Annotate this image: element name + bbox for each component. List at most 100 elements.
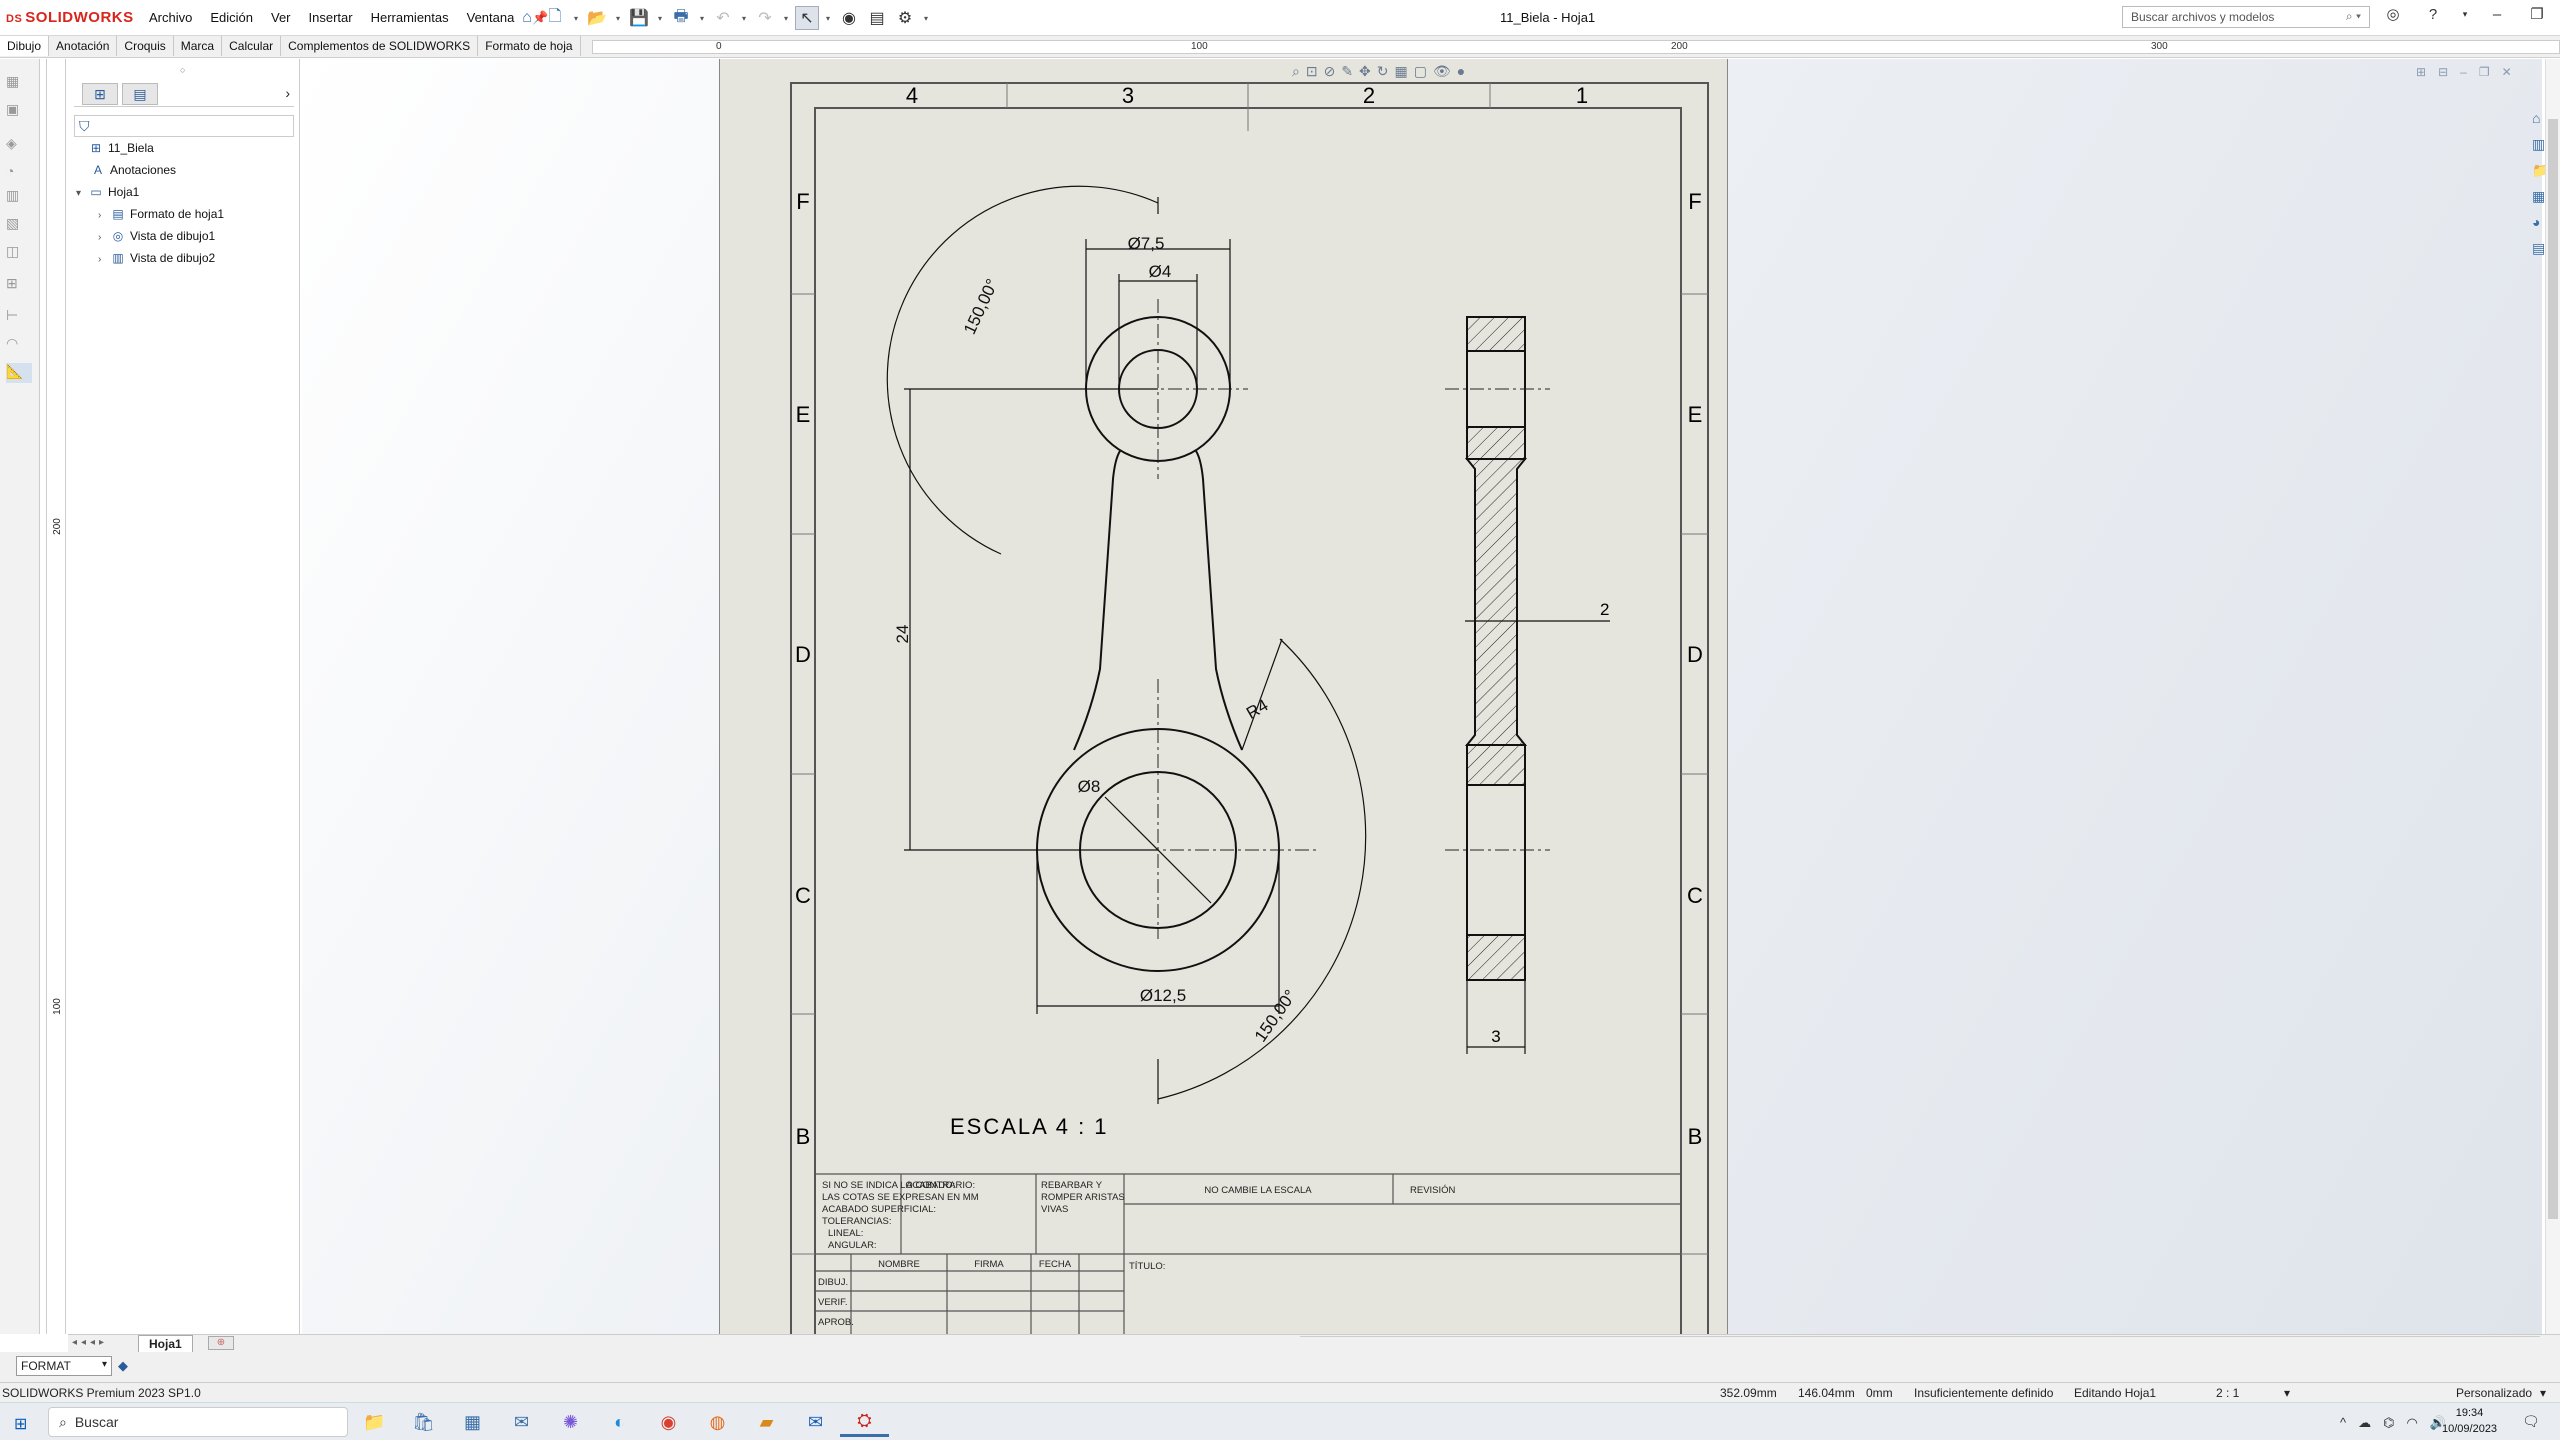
zoom-area-icon[interactable]: ⊡ (1306, 63, 1318, 80)
dim-radius[interactable]: R4 (1243, 696, 1271, 723)
section-view-icon[interactable]: ◈ (6, 135, 32, 155)
wifi-icon[interactable]: ◠ (2406, 1415, 2417, 1431)
dim-bottom-inner-diameter[interactable]: Ø8 (1078, 777, 1101, 796)
print-icon[interactable]: 🖶 (669, 6, 693, 30)
tab-anotacion[interactable]: Anotación (49, 36, 118, 56)
copilot-app-icon[interactable]: ✺ (546, 1407, 595, 1437)
panel-grip-icon[interactable]: ○ (180, 65, 185, 75)
menu-archivo[interactable]: Archivo (140, 10, 201, 26)
search-input[interactable]: Buscar archivos y modelos ⌕ ▾ (2122, 6, 2370, 28)
horizontal-scrollbar[interactable] (1300, 1336, 2540, 1350)
tab-croquis[interactable]: Croquis (117, 36, 174, 56)
restore-icon[interactable]: ❐ (2524, 5, 2550, 23)
windows-start-icon[interactable]: ⊞ (14, 1414, 27, 1434)
select-dropdown-icon[interactable]: ▾ (823, 6, 833, 30)
dim-top-outer-diameter[interactable]: Ø7,5 (1128, 234, 1165, 253)
tab-dibujo[interactable]: Dibujo (0, 36, 50, 56)
drawing-sheet[interactable]: 4 3 2 1 F F E E D D C C B B Ø7,5 Ø4 24 Ø… (719, 59, 1728, 1334)
new-dropdown-icon[interactable]: ▾ (571, 6, 581, 30)
home-icon[interactable]: ⌂ (515, 6, 539, 30)
tab-complementos[interactable]: Complementos de SOLIDWORKS (281, 36, 479, 56)
status-scale[interactable]: 2 : 1 (2216, 1386, 2239, 1400)
help-icon[interactable]: ? (2420, 6, 2446, 23)
smart-dimension-icon[interactable]: ⊢ (6, 307, 32, 327)
viewport-minimize-icon[interactable]: – (2460, 65, 2467, 79)
taskbar-search-input[interactable]: ⌕ Buscar (48, 1407, 348, 1437)
widgets-app-icon[interactable]: ▦ (448, 1407, 497, 1437)
solidworks-logo[interactable]: DS SOLIDWORKS (6, 9, 134, 26)
dim-side-width[interactable]: 3 (1491, 1027, 1500, 1046)
menu-ver[interactable]: Ver (262, 10, 300, 26)
graphics-area[interactable]: 4 3 2 1 F F E E D D C C B B Ø7,5 Ø4 24 Ø… (302, 59, 2542, 1334)
sheet-nav-arrows-icon[interactable]: ◂◂◂▸ (72, 1337, 108, 1348)
break-view-icon[interactable]: ⊞ (6, 275, 32, 295)
dim-top-inner-diameter[interactable]: Ø4 (1149, 262, 1172, 281)
firefox-app-icon[interactable]: ◍ (693, 1407, 742, 1437)
file-explorer-app-icon[interactable]: 📁 (350, 1407, 399, 1437)
arc-icon[interactable]: ◠ (6, 335, 32, 355)
sketch-icon[interactable]: ✎ (1341, 63, 1353, 80)
taskbar-clock[interactable]: 19:34 10/09/2023 (2442, 1405, 2497, 1437)
tab-calcular[interactable]: Calcular (222, 36, 282, 56)
tree-item-sheet-format[interactable]: › ▤ Formato de hoja1 (98, 207, 224, 221)
alternate-position-icon[interactable]: ◫ (6, 243, 32, 263)
options-gear-icon[interactable]: ⚙ (893, 6, 917, 30)
account-icon[interactable]: ◎ (2380, 5, 2406, 23)
save-icon[interactable]: 💾 (627, 6, 651, 30)
sheet-tab-hoja1[interactable]: Hoja1 (138, 1335, 193, 1353)
appearance-icon[interactable]: ● (1457, 63, 1465, 80)
hide-show-icon[interactable]: 👁 (1433, 63, 1451, 80)
rotate-icon[interactable]: ↻ (1377, 63, 1389, 80)
network-icon[interactable]: ⌬ (2383, 1415, 2394, 1431)
display-style-icon[interactable]: ▢ (1414, 63, 1427, 80)
help-dropdown-icon[interactable]: ▾ (2460, 9, 2470, 20)
tree-item-root[interactable]: ⊞ 11_Biela (76, 141, 154, 155)
projected-view-icon[interactable]: ▣ (6, 101, 32, 121)
sublime-app-icon[interactable]: ▰ (742, 1407, 791, 1437)
notifications-icon[interactable]: 🗨 (2522, 1413, 2540, 1430)
expand-icon[interactable]: › (98, 210, 110, 221)
model-view-icon[interactable]: ▦ (6, 73, 32, 93)
minimize-icon[interactable]: – (2484, 6, 2510, 23)
filter-field[interactable]: ⛉ (74, 115, 294, 137)
menu-herramientas[interactable]: Herramientas (362, 10, 458, 26)
tree-item-sheet[interactable]: ▾ ▭ Hoja1 (76, 185, 139, 199)
tree-item-drawing-view2[interactable]: › ▥ Vista de dibujo2 (98, 251, 215, 265)
print-dropdown-icon[interactable]: ▾ (697, 6, 707, 30)
viewport-split-icon[interactable]: ⊟ (2438, 65, 2448, 79)
pan-icon[interactable]: ✥ (1359, 63, 1371, 80)
dim-side-thickness[interactable]: 2 (1600, 600, 1609, 619)
new-document-icon[interactable]: 🗋 (543, 6, 567, 30)
onedrive-icon[interactable]: ☁ (2358, 1415, 2371, 1431)
status-scale-dropdown-icon[interactable]: ▾ (2284, 1386, 2290, 1400)
tree-item-annotations[interactable]: A Anotaciones (90, 163, 176, 177)
menu-insertar[interactable]: Insertar (300, 10, 362, 26)
tab-marca[interactable]: Marca (174, 36, 223, 56)
mail-app-icon[interactable]: ✉ (497, 1407, 546, 1437)
open-icon[interactable]: 📂 (585, 6, 609, 30)
search-icon[interactable]: ⌕ ▾ (2346, 9, 2361, 24)
redo-icon[interactable]: ↷ (753, 6, 777, 30)
undo-icon[interactable]: ↶ (711, 6, 735, 30)
viewport-close-icon[interactable]: ✕ (2502, 65, 2512, 79)
viewport-restore-icon[interactable]: ❐ (2479, 65, 2490, 79)
broken-view-icon[interactable]: ▥ (6, 187, 32, 207)
select-icon[interactable]: ↖ (795, 6, 819, 30)
collapse-icon[interactable]: ▾ (76, 188, 88, 199)
open-dropdown-icon[interactable]: ▾ (613, 6, 623, 30)
store-app-icon[interactable]: 🛍 (399, 1407, 448, 1437)
file-properties-icon[interactable]: ▤ (865, 6, 889, 30)
expand-icon[interactable]: › (98, 254, 110, 265)
dim-angle-bottom[interactable]: 150,00° (1251, 986, 1300, 1045)
menu-edicion[interactable]: Edición (201, 10, 262, 26)
outlook-app-icon[interactable]: ✉ (791, 1407, 840, 1437)
add-sheet-icon[interactable]: ⊕ (208, 1336, 234, 1350)
dim-bottom-outer-diameter[interactable]: Ø12,5 (1140, 986, 1186, 1005)
expand-icon[interactable]: › (98, 232, 110, 243)
zoom-to-fit-icon[interactable]: ⌕ (1292, 63, 1300, 80)
scale-note[interactable]: ESCALA 4 : 1 (950, 1114, 1109, 1139)
tab-formato-de-hoja[interactable]: Formato de hoja (478, 36, 581, 56)
ruler-tool-icon[interactable]: 📐 (6, 363, 32, 383)
save-dropdown-icon[interactable]: ▾ (655, 6, 665, 30)
viewport-expand-icon[interactable]: ⊞ (2416, 65, 2426, 79)
